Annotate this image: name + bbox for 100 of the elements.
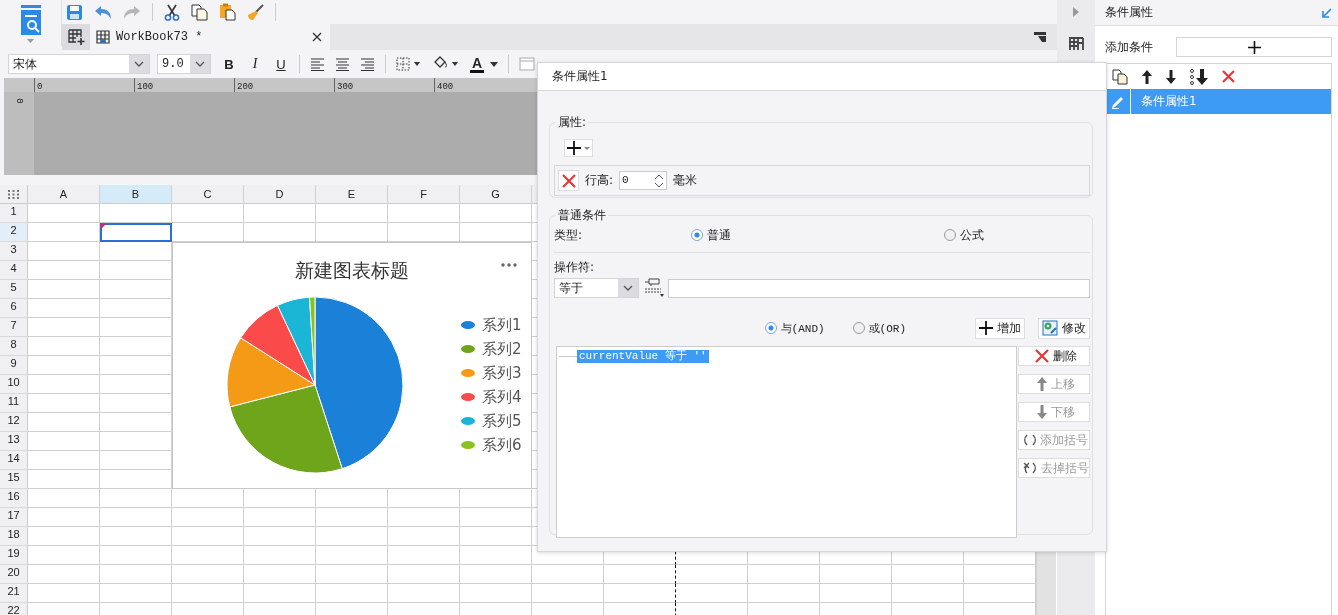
border-icon[interactable]: [396, 57, 422, 71]
grid-cell: [28, 318, 100, 337]
row-header[interactable]: 22: [0, 603, 28, 615]
radio-button[interactable]: [691, 229, 703, 241]
expand-arrow-icon[interactable]: [1073, 7, 1079, 17]
radio-label[interactable]: 与(AND): [780, 320, 825, 336]
grid-cell: [388, 546, 460, 565]
legend-label[interactable]: 系列6: [482, 435, 522, 455]
paste-icon[interactable]: [219, 3, 236, 21]
caret-icon[interactable]: [27, 39, 34, 43]
font-select[interactable]: 宋体: [8, 54, 150, 74]
row-header[interactable]: 4: [0, 261, 28, 280]
value-type-icon[interactable]: [643, 278, 665, 298]
radio-label[interactable]: 普通: [707, 226, 731, 244]
column-header[interactable]: B: [100, 185, 172, 204]
close-icon[interactable]: [312, 32, 322, 42]
panel-toggle-icon[interactable]: [1033, 31, 1047, 43]
align-left-icon[interactable]: [310, 57, 325, 71]
grid-cell: [28, 508, 100, 527]
chart-title: 新建图表标题: [295, 258, 409, 283]
row-header[interactable]: 6: [0, 299, 28, 318]
edit-button[interactable]: 修改: [1038, 317, 1090, 339]
radio-button[interactable]: [764, 322, 777, 334]
row-header[interactable]: 3: [0, 242, 28, 261]
row-header[interactable]: 13: [0, 432, 28, 451]
column-header[interactable]: C: [172, 185, 244, 204]
arrow-down-icon[interactable]: [1166, 69, 1176, 84]
font-size-select[interactable]: 9.0: [157, 54, 211, 74]
more-icon[interactable]: [501, 263, 517, 267]
grid-cell: [460, 546, 532, 565]
delete-button[interactable]: 删除: [1018, 346, 1090, 366]
collapse-arrow-icon[interactable]: [1322, 7, 1332, 18]
column-header[interactable]: E: [316, 185, 388, 204]
row-height-spinner[interactable]: 0: [619, 171, 668, 190]
row-header[interactable]: 12: [0, 413, 28, 432]
app-logo-icon[interactable]: [18, 5, 43, 35]
grid-cell: [244, 508, 316, 527]
legend-label[interactable]: 系列2: [482, 339, 522, 359]
workbook-tab[interactable]: WorkBook73 *: [90, 24, 330, 50]
row-header[interactable]: 11: [0, 394, 28, 413]
delete-icon[interactable]: [1222, 70, 1235, 83]
add-button[interactable]: 增加: [975, 317, 1025, 339]
row-header[interactable]: 16: [0, 489, 28, 508]
grid-cell: [388, 508, 460, 527]
merge-cells-icon[interactable]: [519, 57, 536, 71]
copy-icon[interactable]: [1112, 68, 1128, 85]
row-header[interactable]: 19: [0, 546, 28, 565]
copy-icon[interactable]: [191, 3, 208, 21]
legend-label[interactable]: 系列3: [482, 363, 522, 383]
select-all-icon[interactable]: [8, 189, 19, 199]
row-header[interactable]: 18: [0, 527, 28, 546]
column-header[interactable]: A: [28, 185, 100, 204]
tab-label[interactable]: WorkBook73 *: [116, 30, 203, 44]
legend-label[interactable]: 系列5: [482, 411, 522, 431]
grid-cell: [532, 584, 604, 603]
brush-icon[interactable]: [247, 3, 264, 21]
radio-label[interactable]: 公式: [960, 226, 984, 244]
row-header[interactable]: 20: [0, 565, 28, 584]
operator-select[interactable]: 等于: [554, 278, 639, 298]
legend-label[interactable]: 系列1: [482, 315, 522, 335]
spinner-arrows-icon[interactable]: [654, 172, 665, 189]
grid-cell: [28, 375, 100, 394]
row-header[interactable]: 14: [0, 451, 28, 470]
radio-button[interactable]: [852, 322, 865, 334]
align-center-icon[interactable]: [335, 57, 350, 71]
font-color-button[interactable]: A: [470, 55, 499, 73]
undo-icon[interactable]: [94, 4, 112, 20]
column-header[interactable]: G: [460, 185, 532, 204]
row-header[interactable]: 21: [0, 584, 28, 603]
value-input[interactable]: [668, 278, 1090, 298]
radio-button[interactable]: [944, 229, 956, 241]
align-right-icon[interactable]: [360, 57, 375, 71]
row-header[interactable]: 10: [0, 375, 28, 394]
cut-icon[interactable]: [164, 3, 180, 21]
grid-cell: [316, 204, 388, 223]
new-sheet-button[interactable]: [62, 24, 90, 50]
remove-attribute-button[interactable]: [558, 170, 579, 191]
column-header[interactable]: D: [244, 185, 316, 204]
row-header[interactable]: 5: [0, 280, 28, 299]
italic-button[interactable]: I: [247, 56, 263, 72]
underline-button[interactable]: U: [273, 56, 289, 72]
group-label: 普通条件: [556, 207, 608, 223]
chart-area[interactable]: 新建图表标题 系列1 系列2 系列3 系列4 系列5 系列6: [172, 242, 532, 489]
row-header[interactable]: 7: [0, 318, 28, 337]
row-header[interactable]: 17: [0, 508, 28, 527]
layout-icon[interactable]: [1068, 37, 1084, 51]
row-header[interactable]: 9: [0, 356, 28, 375]
row-header[interactable]: 1: [0, 204, 28, 223]
legend-label[interactable]: 系列4: [482, 387, 522, 407]
column-header[interactable]: F: [388, 185, 460, 204]
arrow-up-icon[interactable]: [1142, 69, 1152, 84]
bold-button[interactable]: B: [221, 56, 237, 72]
row-header[interactable]: 2: [0, 223, 28, 242]
add-attribute-button[interactable]: [564, 139, 593, 157]
move-to-bottom-icon[interactable]: [1190, 68, 1208, 85]
radio-label[interactable]: 或(OR): [868, 320, 906, 336]
row-header[interactable]: 15: [0, 470, 28, 489]
grid-cell: [244, 546, 316, 565]
row-header[interactable]: 8: [0, 337, 28, 356]
save-icon[interactable]: [66, 3, 83, 21]
